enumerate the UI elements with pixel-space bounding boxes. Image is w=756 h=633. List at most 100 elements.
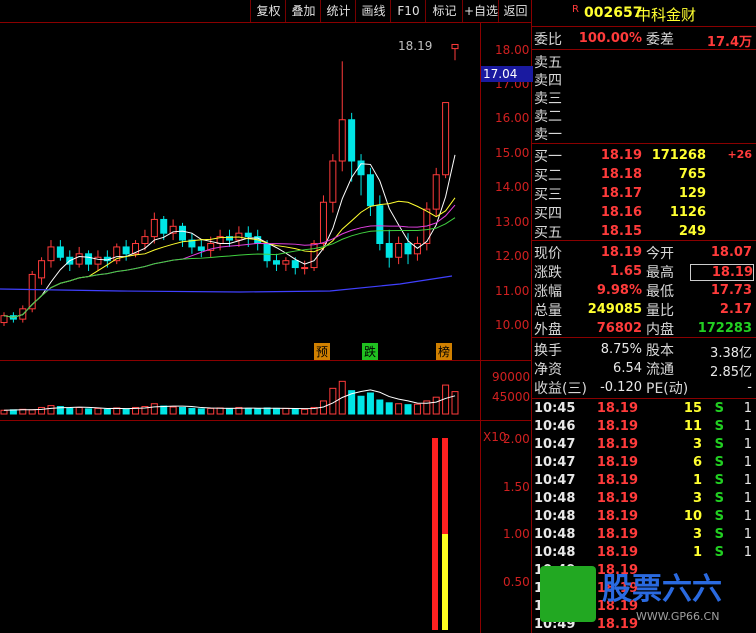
bid-level-label: 买五 [534,225,562,241]
tick-side: S [714,527,724,542]
tick-volume: 3 [692,527,702,542]
volume-bar [329,387,337,415]
tick-time: 10:48 [534,527,576,542]
volume-bar [413,403,421,415]
volume-bar [66,407,74,415]
tick-side: S [714,491,724,506]
volume-bar [197,408,205,415]
fundamental-label: 净资 [534,362,562,378]
volume-tick: 90000 [492,370,531,384]
indicator-bar [442,438,448,534]
candle-body [357,160,365,176]
quote-value: 76802 [596,321,642,336]
quote-value: 2.17 [719,302,752,317]
tick-count: 1 [743,419,752,434]
tick-side: S [714,473,724,488]
price-tick: 14.00 [495,180,530,194]
volume-bar [357,395,365,415]
volume-bar [122,408,130,415]
candle-body [432,174,440,210]
tick-count: 1 [743,437,752,452]
candle-body [263,243,271,262]
candle-body [197,246,205,251]
tick-price: 18.19 [596,491,638,506]
ask-level-label: 卖四 [534,73,562,89]
bid-volume: 129 [678,186,706,201]
price-tick: 12.00 [495,249,530,263]
volume-bar [28,409,36,415]
candle-body [28,273,36,310]
candle-body [150,218,158,238]
event-marker[interactable]: 预 [314,343,331,360]
tick-time: 10:48 [534,491,576,506]
candle-body [442,102,450,176]
quote-label: 涨跌 [534,265,562,281]
divider [531,240,756,241]
quote-value: 18.19 [690,264,754,281]
ma-line-60 [0,275,453,293]
tick-volume: 6 [692,455,702,470]
divider [531,143,756,144]
tick-time: 10:47 [534,437,576,452]
bid-volume: 1126 [669,205,706,220]
fundamental-value: 2.85亿 [710,365,752,380]
tick-price: 18.19 [596,527,638,542]
volume-bars [0,380,459,415]
tick-volume: 3 [692,491,702,506]
volume-bar [282,407,290,415]
volume-bar [301,408,309,415]
frame-line [0,22,531,23]
tick-count: 1 [743,401,752,416]
volume-bar [432,396,440,415]
tick-price: 18.19 [596,401,638,416]
stock-name: 中科金财 [636,6,697,24]
volume-bar [150,403,158,415]
tick-side: S [714,437,724,452]
ask-level-label: 卖二 [534,109,562,125]
candle-body [85,253,93,265]
volume-bar [38,406,46,415]
candle-body [291,260,299,269]
ask-level-label: 卖五 [534,55,562,71]
bid-level-label: 买二 [534,168,562,184]
tick-volume: 1 [692,473,702,488]
quote-value: 18.07 [710,245,752,260]
candle-body [38,260,46,279]
tick-time: 10:48 [534,545,576,560]
fundamental-label: 股本 [646,343,674,359]
kline-chart[interactable] [0,0,531,633]
volume-bar [169,406,177,415]
tick-count: 1 [743,545,752,560]
current-price-tag: 17.04 [481,66,533,82]
volume-bar [451,391,459,415]
volume-bar [395,403,403,415]
fundamental-label: 换手 [534,343,562,359]
quote-value: 249085 [587,302,642,317]
event-marker[interactable]: 跌 [362,343,379,360]
fundamental-value: 3.38亿 [710,346,752,361]
tick-price: 18.19 [596,455,638,470]
divider [531,49,756,50]
candle-body [122,246,130,255]
tick-count: 1 [743,509,752,524]
bid-change: +26 [727,148,752,161]
candle-body [282,260,290,265]
bid-level-label: 买三 [534,187,562,203]
tick-volume: 1 [692,545,702,560]
indicator-bar [432,438,438,630]
candles [0,43,459,326]
candle-body [272,260,280,265]
watermark: 股票六六 WWW.GP66.CN [536,562,752,628]
volume-bar [94,407,102,415]
event-marker[interactable]: 榜 [436,343,453,360]
candle-body [385,243,393,258]
divider [531,26,756,27]
quote-label: 总量 [534,303,562,319]
volume-bar [0,409,8,415]
tick-price: 18.19 [596,419,638,434]
pane-divider-1 [0,360,531,361]
quote-label: 最低 [646,284,674,300]
candle-body [338,119,346,162]
candle-body [376,205,384,244]
tick-count: 1 [743,473,752,488]
